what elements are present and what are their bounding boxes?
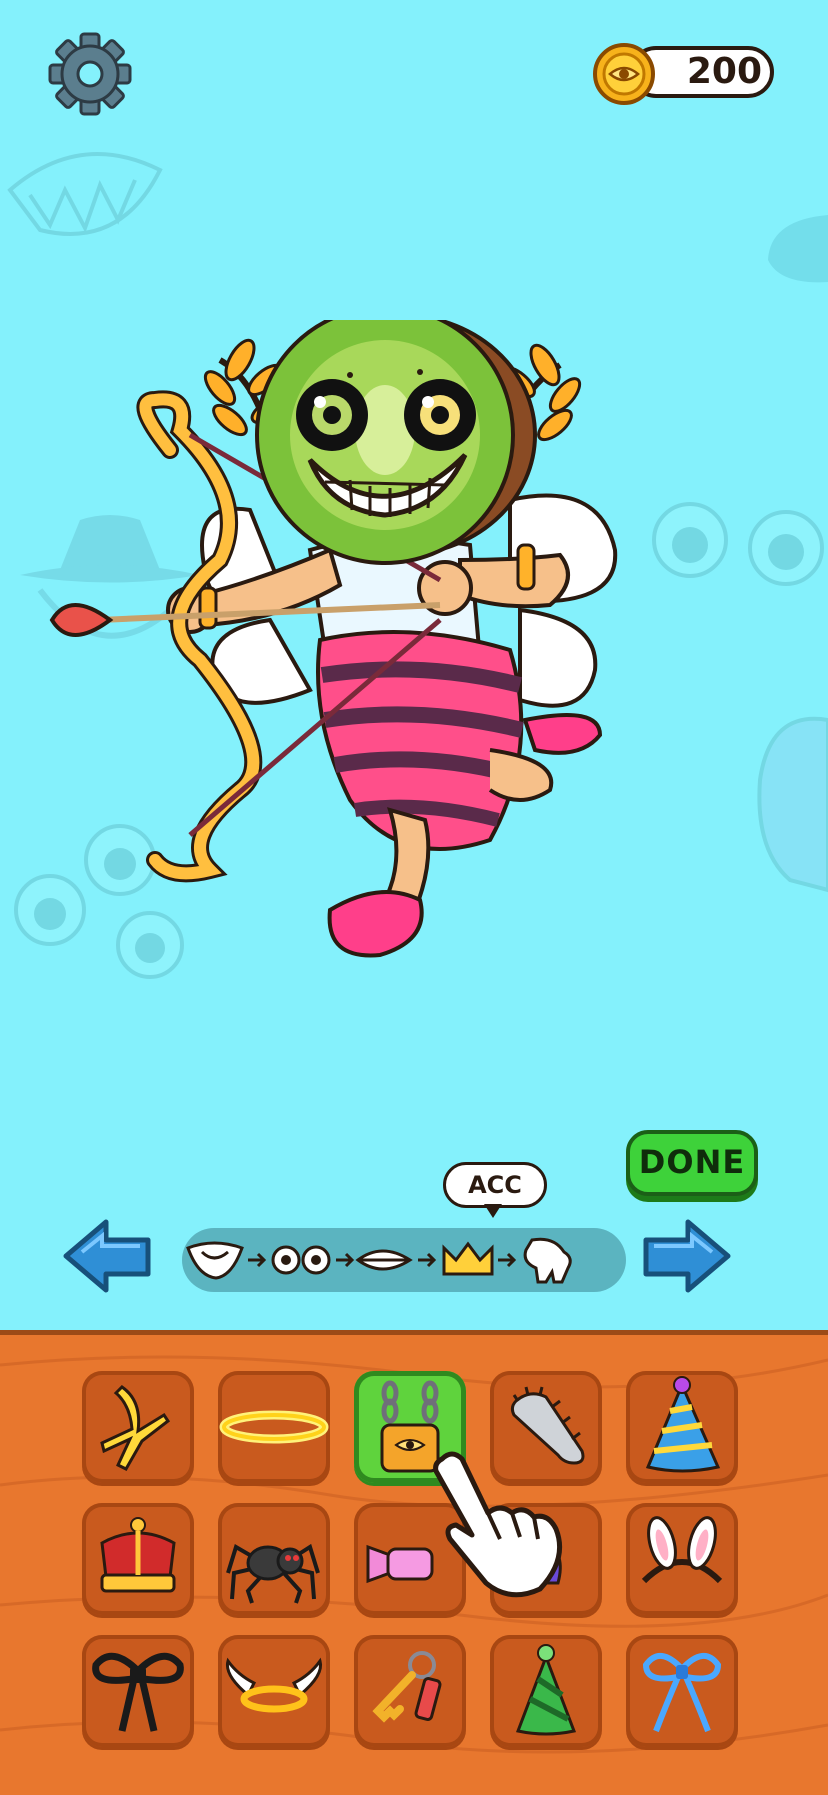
candy-icon [366, 1544, 434, 1584]
category-bubble-tail [484, 1204, 502, 1218]
item-slot-halo[interactable] [218, 1371, 330, 1483]
step-progress-bar [182, 1228, 626, 1292]
purple-item-icon [538, 1540, 562, 1585]
chain-padlock-icon [380, 1380, 440, 1473]
item-slot-purple-item[interactable] [490, 1503, 602, 1615]
item-slot-bunny-ears[interactable] [626, 1503, 738, 1615]
item-slot-banana-peel[interactable] [82, 1371, 194, 1483]
halo-icon [219, 1410, 329, 1444]
party-hat-green-icon [515, 1644, 577, 1736]
item-slot-spider[interactable] [218, 1503, 330, 1615]
item-slot-chain-padlock[interactable] [354, 1371, 466, 1483]
mouth-shape-icon [186, 1241, 244, 1280]
item-slot-party-hat-blue[interactable] [626, 1371, 738, 1483]
category-bubble: ACC [443, 1162, 547, 1208]
party-hat-blue-icon [645, 1376, 721, 1473]
kiwi-head [255, 320, 537, 565]
banana-peel-icon [100, 1385, 171, 1471]
item-slot-blue-bow[interactable] [626, 1635, 738, 1747]
item-slot-winged-halo[interactable] [218, 1635, 330, 1747]
lips-icon [355, 1249, 413, 1271]
spider-icon [226, 1543, 320, 1604]
striped-body [316, 630, 524, 851]
background-glove-doodle [757, 716, 828, 893]
royal-crown-icon [100, 1517, 176, 1593]
coin-value: 200 [686, 51, 762, 92]
item-slot-keys[interactable] [354, 1635, 466, 1747]
winged-halo-icon [225, 1657, 323, 1713]
item-slot-candy[interactable] [354, 1503, 466, 1615]
gear-icon[interactable] [48, 32, 132, 116]
background-teeth-doodle [7, 152, 163, 236]
crown-icon [442, 1241, 494, 1276]
item-slot-black-bow[interactable] [82, 1635, 194, 1747]
eyes-icon [271, 1245, 331, 1275]
blue-bow-icon [642, 1653, 722, 1733]
item-slot-party-hat-green[interactable] [490, 1635, 602, 1747]
chainsaw-blade-icon [510, 1386, 585, 1465]
coin-eye-icon [593, 43, 655, 105]
arrow-left-icon[interactable] [62, 1218, 152, 1294]
game-scene: 200 DONE ACC [0, 0, 828, 1330]
bunny-ears-icon [641, 1516, 723, 1584]
arrow-right-icon[interactable] [642, 1218, 732, 1294]
black-bow-icon [92, 1652, 184, 1732]
glove-icon [523, 1237, 572, 1284]
done-button[interactable]: DONE [626, 1130, 758, 1196]
cupid-kiwi-character [49, 320, 618, 958]
item-slot-royal-crown[interactable] [82, 1503, 194, 1615]
background-blob-doodle [768, 215, 828, 283]
item-slot-chainsaw-blade[interactable] [490, 1371, 602, 1483]
keys-icon [372, 1651, 442, 1723]
coin-counter: 200 [592, 42, 778, 105]
